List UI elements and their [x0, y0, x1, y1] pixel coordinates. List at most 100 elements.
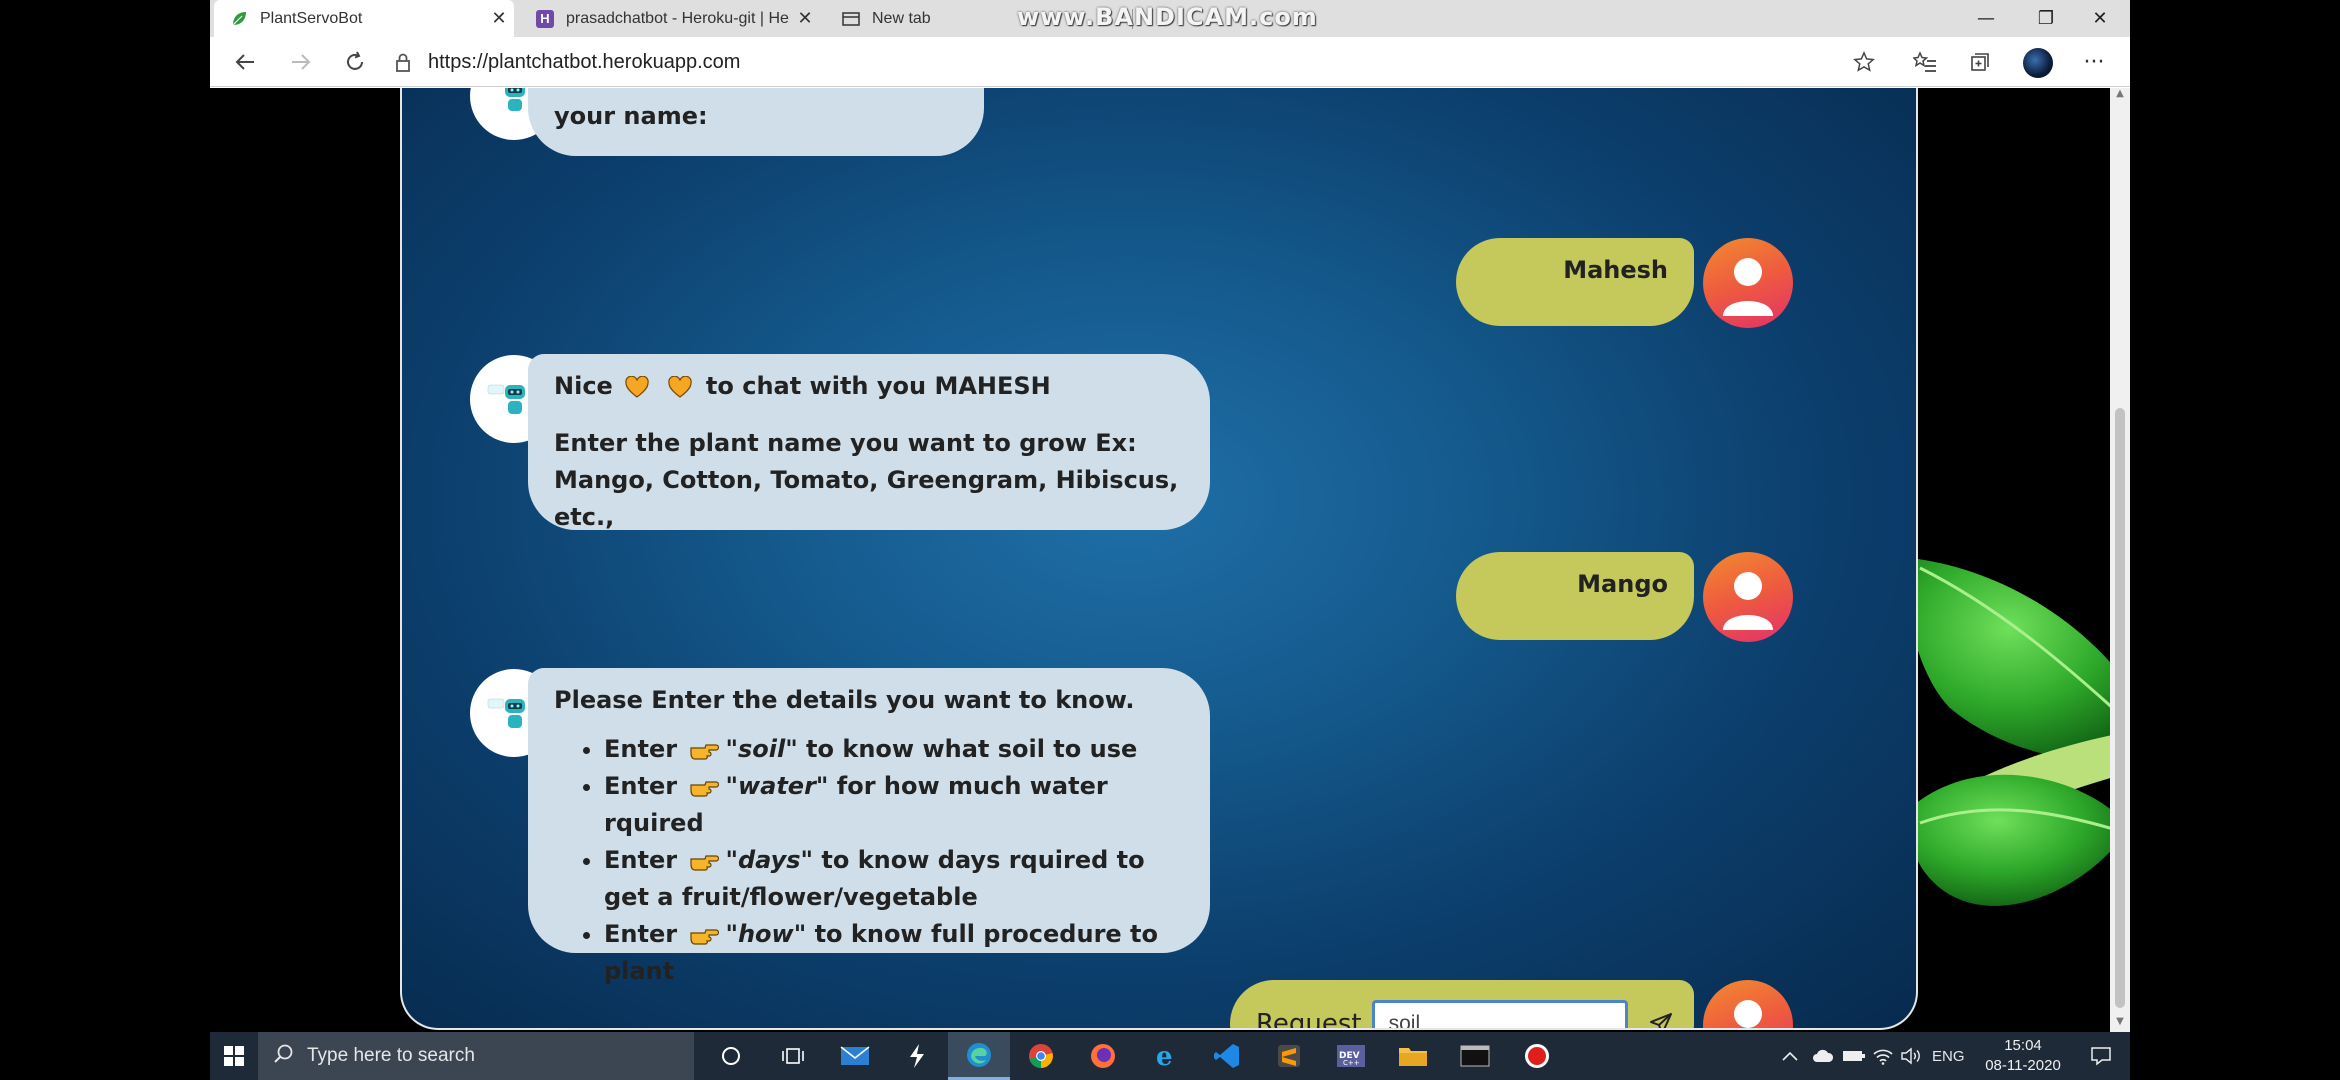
- internet-explorer-icon[interactable]: e: [1134, 1032, 1196, 1080]
- vscode-icon[interactable]: [1196, 1032, 1258, 1080]
- minimize-icon[interactable]: —: [1956, 0, 2016, 37]
- leaf-decoration-icon: [1910, 558, 2110, 906]
- chrome-icon[interactable]: [1010, 1032, 1072, 1080]
- request-form: Request: [1230, 980, 1694, 1030]
- tab-plantservobot[interactable]: PlantServoBot ✕: [214, 0, 514, 37]
- user-bubble: Mango: [1456, 552, 1694, 640]
- svg-text:C++: C++: [1343, 1059, 1360, 1067]
- language-indicator[interactable]: ENG: [1932, 1032, 1965, 1080]
- page-viewport: your name: Mahesh Nice to chat with you …: [210, 88, 2110, 1032]
- windows-taskbar: Type here to search e DEV C++ ENG 15:04 …: [210, 1032, 2130, 1080]
- bandicam-record-icon[interactable]: [1506, 1032, 1568, 1080]
- mail-icon[interactable]: [824, 1032, 886, 1080]
- browser-window: PlantServoBot ✕ H prasadchatbot - Heroku…: [210, 0, 2130, 1032]
- user-bubble: Mahesh: [1456, 238, 1694, 326]
- details-heading: Please Enter the details you want to kno…: [554, 686, 1135, 714]
- leaf-favicon-icon: [230, 10, 248, 28]
- user-message-text: Mahesh: [1563, 256, 1668, 284]
- profile-avatar[interactable]: [2023, 48, 2053, 78]
- svg-text:e: e: [1156, 1042, 1173, 1070]
- heart-icon: [667, 376, 692, 398]
- item-keyword: water: [737, 772, 816, 800]
- greeting-text-a: Nice: [554, 372, 613, 400]
- item-prefix: Enter: [604, 920, 678, 948]
- tab-bar: PlantServoBot ✕ H prasadchatbot - Heroku…: [210, 0, 2130, 37]
- item-prefix: Enter: [604, 772, 678, 800]
- lock-icon: [392, 51, 414, 73]
- request-input[interactable]: [1371, 1000, 1628, 1028]
- cortana-icon[interactable]: [700, 1032, 762, 1080]
- item-suffix: to know full procedure to plant: [604, 920, 1158, 985]
- terminal-icon[interactable]: [1444, 1032, 1506, 1080]
- bot-bubble-partial: your name:: [528, 88, 984, 156]
- url-text: https://plantchatbot.herokuapp.com: [428, 50, 741, 73]
- file-explorer-icon[interactable]: [1382, 1032, 1444, 1080]
- bot-partial-text: your name:: [554, 102, 708, 130]
- greeting-text-b: to chat with you MAHESH: [705, 372, 1051, 400]
- sublime-text-icon[interactable]: [1258, 1032, 1320, 1080]
- more-menu-icon[interactable]: ···: [2076, 46, 2112, 78]
- scroll-thumb[interactable]: [2115, 408, 2125, 1008]
- forward-arrow-icon[interactable]: [283, 45, 319, 79]
- item-keyword: how: [737, 920, 794, 948]
- taskbar-clock[interactable]: 15:04 08-11-2020: [1978, 1036, 2068, 1076]
- user-message-text: Mango: [1577, 570, 1668, 598]
- list-item: Enter "days" to know days rquired to get…: [604, 842, 1184, 916]
- item-suffix: to know days rquired to get a fruit/flow…: [604, 846, 1145, 911]
- favorites-list-icon[interactable]: [1907, 46, 1943, 78]
- send-icon[interactable]: [1638, 1001, 1684, 1028]
- show-hidden-icons-icon[interactable]: [1781, 1032, 1799, 1080]
- onedrive-cloud-icon[interactable]: [1812, 1032, 1834, 1080]
- clock-date: 08-11-2020: [1985, 1057, 2061, 1074]
- item-keyword: soil: [737, 735, 786, 763]
- page-scrollbar[interactable]: ▲ ▼: [2110, 88, 2130, 1032]
- tab-title: PlantServoBot: [260, 9, 363, 27]
- pointing-hand-icon: [690, 781, 720, 797]
- bot-bubble-details: Please Enter the details you want to kno…: [528, 668, 1210, 985]
- item-suffix: to know what soil to use: [797, 735, 1138, 763]
- bot-bubble-greeting: Nice to chat with you MAHESH Enter the p…: [528, 354, 1210, 531]
- pointing-hand-icon: [690, 744, 720, 760]
- task-view-icon[interactable]: [762, 1032, 824, 1080]
- volume-icon[interactable]: [1900, 1032, 1922, 1080]
- chat-panel: your name: Mahesh Nice to chat with you …: [400, 88, 1918, 1030]
- action-center-icon[interactable]: [2090, 1032, 2112, 1080]
- wifi-icon[interactable]: [1872, 1032, 1894, 1080]
- address-bar: https://plantchatbot.herokuapp.com ···: [210, 37, 2130, 87]
- scroll-down-icon[interactable]: ▼: [2110, 1016, 2130, 1032]
- close-window-icon[interactable]: ✕: [2070, 0, 2130, 37]
- tab-heroku[interactable]: H prasadchatbot - Heroku-git | Her ✕: [520, 0, 820, 37]
- pointing-hand-icon: [690, 855, 720, 871]
- item-keyword: days: [737, 846, 801, 874]
- url-field[interactable]: https://plantchatbot.herokuapp.com: [388, 43, 1952, 81]
- edge-browser-icon[interactable]: [948, 1032, 1010, 1080]
- taskbar-search[interactable]: Type here to search: [258, 1032, 694, 1080]
- item-prefix: Enter: [604, 846, 678, 874]
- windows-start-icon[interactable]: [210, 1032, 258, 1080]
- bandicam-watermark: www.BANDICAM.com: [1017, 3, 1318, 31]
- user-avatar: [1703, 980, 1793, 1028]
- tab-close-icon[interactable]: ✕: [484, 8, 514, 29]
- item-suffix: for how much water rquired: [604, 772, 1108, 837]
- list-item: Enter "water" for how much water rquired: [604, 768, 1184, 842]
- lightning-app-icon[interactable]: [886, 1032, 948, 1080]
- user-avatar: [1703, 552, 1793, 642]
- collections-icon[interactable]: [1962, 46, 1998, 78]
- heart-icon: [625, 376, 649, 398]
- plant-prompt-text: Enter the plant name you want to grow Ex…: [554, 429, 1179, 531]
- tab-close-icon[interactable]: ✕: [790, 8, 820, 29]
- refresh-icon[interactable]: [337, 45, 373, 79]
- request-label: Request: [1256, 1009, 1362, 1030]
- tab-title: prasadchatbot - Heroku-git | Her: [566, 9, 790, 27]
- back-arrow-icon[interactable]: [227, 45, 263, 79]
- details-list: Enter "soil" to know what soil to use En…: [554, 731, 1184, 990]
- dev-cpp-icon[interactable]: DEV C++: [1320, 1032, 1382, 1080]
- scroll-up-icon[interactable]: ▲: [2110, 88, 2130, 104]
- restore-icon[interactable]: ❐: [2016, 0, 2076, 37]
- firefox-icon[interactable]: [1072, 1032, 1134, 1080]
- clock-time: 15:04: [2004, 1037, 2042, 1054]
- favorite-star-icon[interactable]: [1846, 46, 1882, 78]
- new-tab-icon: [842, 10, 860, 28]
- user-avatar: [1703, 238, 1793, 328]
- battery-icon[interactable]: [1842, 1032, 1866, 1080]
